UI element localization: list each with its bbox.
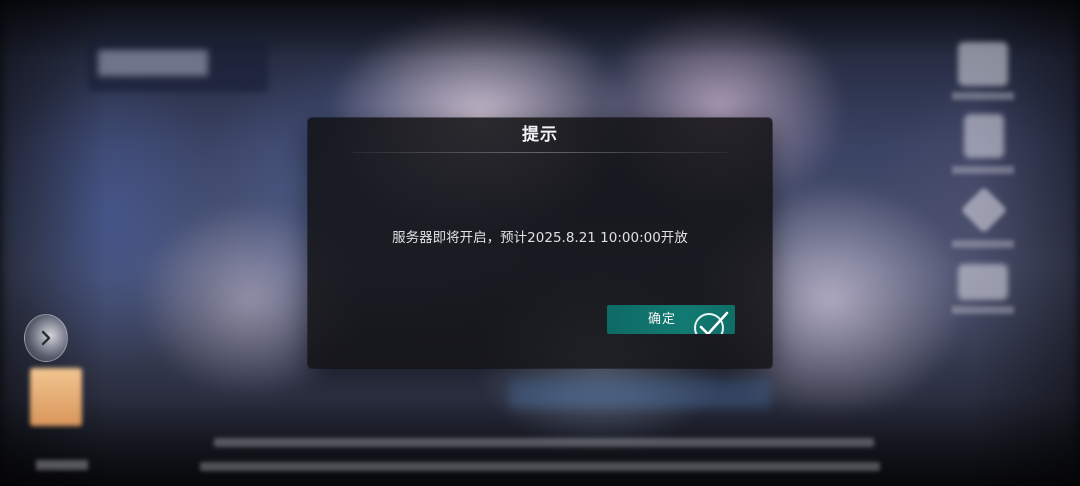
side-menu-label-1 xyxy=(952,92,1014,100)
dialog-title: 提示 xyxy=(522,125,558,145)
avatar-label xyxy=(36,460,88,470)
confirm-button-label: 确定 xyxy=(648,312,677,327)
side-menu-icon-1[interactable] xyxy=(958,42,1008,86)
side-menu-label-2 xyxy=(952,166,1014,174)
avatar[interactable] xyxy=(30,368,82,426)
start-banner xyxy=(510,378,770,408)
dialog-message: 服务器即将开启，预计2025.8.21 10:00:00开放 xyxy=(392,230,688,246)
notice-dialog: 提示 服务器即将开启，预计2025.8.21 10:00:00开放 确定 xyxy=(308,118,772,368)
confirm-button[interactable]: 确定 xyxy=(607,305,735,334)
game-logo xyxy=(88,40,268,92)
side-menu-icon-2[interactable] xyxy=(964,114,1004,158)
dialog-divider xyxy=(352,152,728,153)
expand-panel-button[interactable] xyxy=(24,314,68,362)
side-menu-icon-4[interactable] xyxy=(958,264,1008,300)
chevron-right-icon xyxy=(41,330,51,346)
side-menu-label-3 xyxy=(952,240,1014,248)
check-icon xyxy=(694,311,729,334)
notice-ticker-line xyxy=(200,462,880,471)
notice-ticker-line xyxy=(214,438,874,447)
side-menu-label-4 xyxy=(952,306,1014,314)
game-screen: 提示 服务器即将开启，预计2025.8.21 10:00:00开放 确定 xyxy=(0,0,1080,486)
